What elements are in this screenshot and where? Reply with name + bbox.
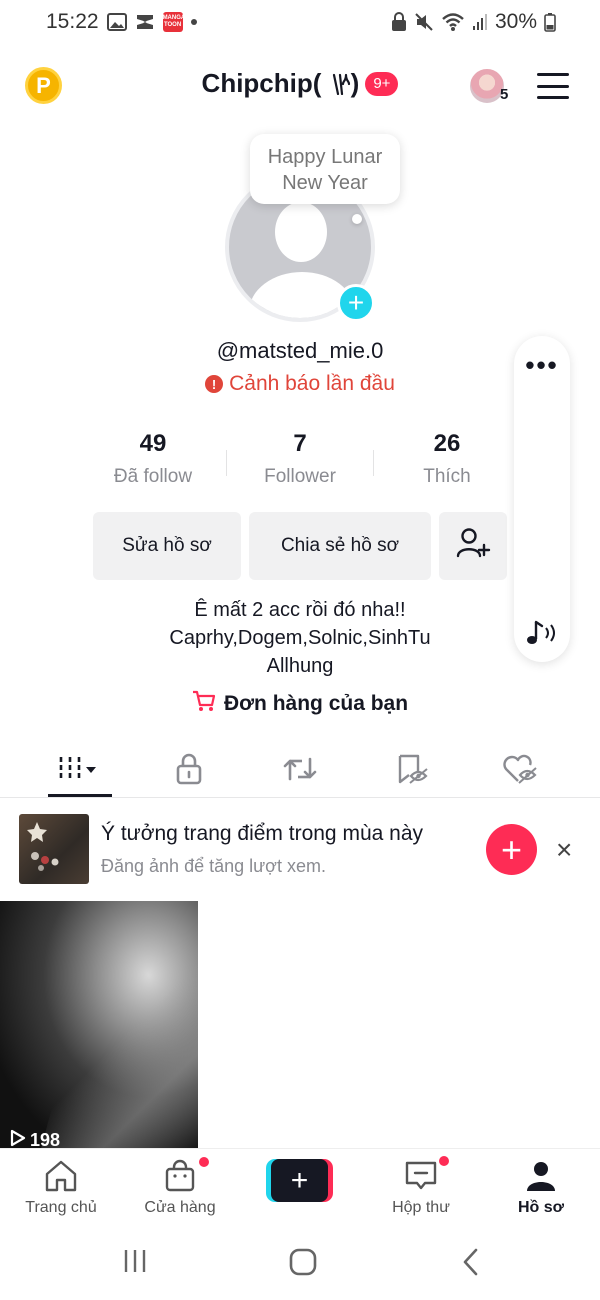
content-tabs [0,744,600,798]
tab-liked[interactable] [488,744,552,798]
system-nav [0,1224,600,1300]
username: @matsted_mie.0 [216,338,384,363]
suggestion-subtitle: Đăng ảnh để tăng lượt xem. [101,856,326,876]
video-views: 198 [10,1129,60,1148]
nav-profile-label: Hồ sơ [517,1199,565,1216]
recent-apps-icon[interactable] [122,1248,148,1279]
suggestion-add-button[interactable]: + [486,824,537,875]
wifi-icon [441,12,465,32]
status-bar: 15:22 MANGA TOON 30% [0,0,600,44]
profile-icon [491,1159,591,1193]
notification-dot-icon [190,19,197,25]
capcut-icon [135,13,155,31]
shop-bag-icon [130,1159,230,1193]
home-button-icon[interactable] [289,1248,317,1281]
lock-icon [391,12,407,32]
bookmark-hidden-icon [394,752,430,791]
nav-shop-label: Cửa hàng [144,1199,216,1216]
alert-icon: ! [205,375,224,393]
warning-link[interactable]: ! Cảnh báo lần đầu [0,372,600,396]
orders-label: Đơn hàng của bạn [223,692,409,715]
plus-icon: + [271,1159,328,1202]
bubble-tail [352,214,362,224]
profile-header: P Chipchip( ) 9+ 5 [0,58,600,114]
battery-text: 30% [494,10,537,33]
add-avatar-icon[interactable]: + [337,284,375,322]
stat-likes-label: Thích [423,466,471,487]
back-icon[interactable] [462,1248,480,1281]
repost-icon [282,753,318,790]
suggestion-title: Ý tưởng trang điểm trong mùa này [101,822,423,845]
nav-inbox[interactable]: Hộp thư [371,1159,471,1217]
create-button[interactable]: + [266,1159,333,1202]
nav-profile[interactable]: Hồ sơ [491,1159,591,1217]
stat-following-value: 49 [139,430,167,457]
add-friend-button[interactable] [439,512,507,580]
account-title[interactable]: Chipchip( ) [202,68,360,99]
tab-favorites[interactable] [380,744,444,798]
notification-badge[interactable]: 9+ [365,71,399,96]
stat-followers-value: 7 [293,430,307,457]
bubble-line-2: New Year [282,172,368,194]
friend-count: 5 [500,86,509,103]
bio-line-3: Allhung [266,655,334,677]
bio: Ê mất 2 acc rồi đó nha!! Caprhy,Dogem,So… [0,596,600,680]
tab-private[interactable] [157,744,221,798]
bio-line-2: Caprhy,Dogem,Solnic,SinhTu [169,627,431,649]
stat-following[interactable]: 49 Đã follow [80,430,226,488]
mangatoon-icon: MANGA TOON [162,12,185,32]
tab-videos[interactable] [48,744,112,798]
title-wrap: Chipchip( ) 9+ [0,68,600,99]
edit-profile-button[interactable]: Sửa hồ sơ [93,512,241,580]
nav-home[interactable]: Trang chủ [11,1159,111,1217]
play-icon [10,1129,26,1148]
orders-link[interactable]: Đơn hàng của bạn [0,690,600,718]
post-suggestion: Ý tưởng trang điểm trong mùa này Đăng ản… [0,812,600,888]
cart-icon [192,690,216,718]
nav-shop[interactable]: Cửa hàng [130,1159,230,1217]
tab-reposts[interactable] [268,744,332,798]
stat-followers-label: Follower [264,466,336,487]
menu-icon[interactable] [537,73,569,99]
inbox-icon [371,1159,471,1193]
bio-line-1: Ê mất 2 acc rồi đó nha!! [194,599,406,621]
status-time: 15:22 [46,10,99,33]
status-bubble[interactable]: Happy Lunar New Year [250,134,400,204]
heart-hidden-icon [501,753,539,790]
signal-icon [472,13,488,31]
inbox-notification-dot [438,1155,450,1167]
shop-notification-dot [198,1156,210,1168]
stat-following-label: Đã follow [113,466,193,487]
nav-home-label: Trang chủ [25,1199,97,1216]
home-icon [11,1159,111,1193]
chopsticks-icon [321,68,350,98]
more-icon[interactable]: ••• [514,350,570,381]
nav-inbox-label: Hộp thư [392,1199,450,1216]
stat-likes-value: 26 [433,430,461,457]
stat-followers[interactable]: 7 Follower [227,430,373,488]
gallery-icon [106,13,127,31]
add-user-icon [455,525,491,567]
grid-dropdown-icon [56,754,104,789]
profile-stats: 49 Đã follow 7 Follower 26 Thích [80,430,520,488]
stat-likes[interactable]: 26 Thích [374,430,520,488]
warning-text: Cảnh báo lần đầu [229,372,395,395]
mute-icon [414,12,434,32]
lock-icon [174,752,204,791]
active-tab-indicator [48,794,112,797]
bottom-nav: Trang chủ Cửa hàng + Hộp thư Hồ sơ [0,1148,600,1224]
bubble-line-1: Happy Lunar [267,146,383,168]
battery-icon [544,12,556,32]
video-view-count: 198 [30,1130,61,1148]
video-thumbnail[interactable]: 198 [0,901,198,1148]
share-profile-button[interactable]: Chia sẻ hồ sơ [249,512,431,580]
suggestion-thumbnail [19,814,89,884]
close-icon[interactable]: × [556,836,572,864]
